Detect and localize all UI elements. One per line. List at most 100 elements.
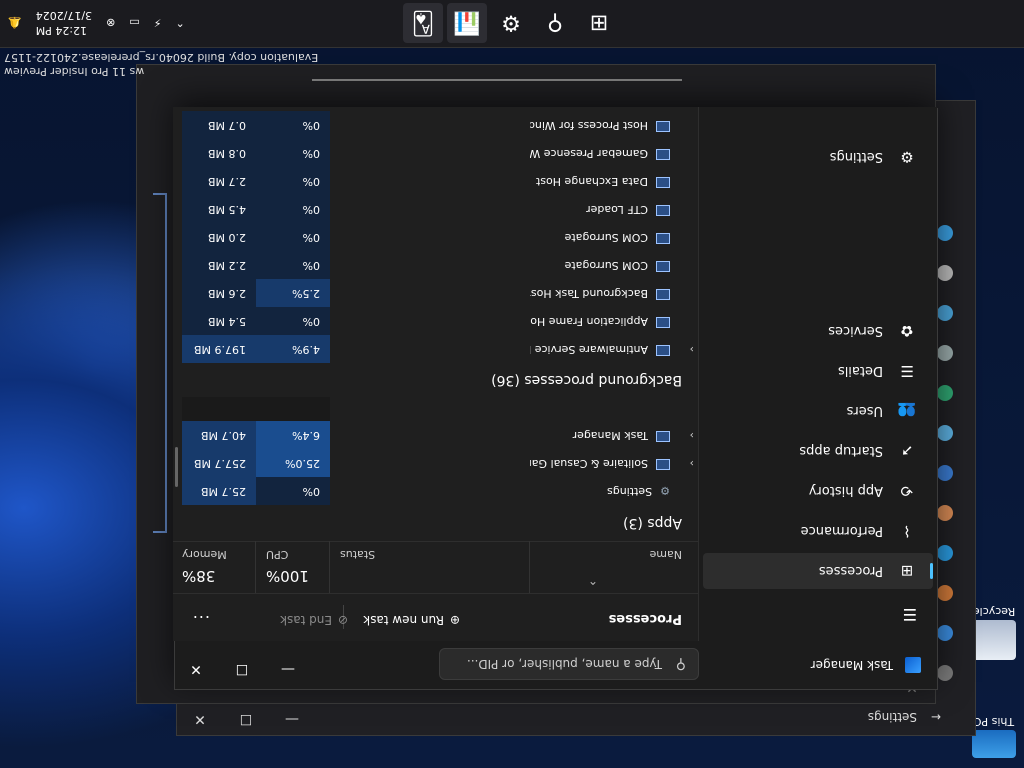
watermark-line2: Evaluation copy. Build 26040.rs_prerelea… (4, 51, 319, 64)
process-row[interactable]: Data Exchange Host 0% 2.7 MB (173, 167, 698, 195)
process-name: CTF Loader (586, 203, 648, 216)
task-manager-icon[interactable]: 📊 (447, 3, 487, 43)
windows-start-icon[interactable]: ⊞ (579, 3, 619, 43)
process-row[interactable]: Gamebar Presence Writer 0% 0.8 MB (173, 139, 698, 167)
nav-label: Details (837, 363, 883, 379)
back-close-button[interactable]: ✕ (177, 703, 223, 735)
process-memory-cell: 0.8 MB (182, 139, 256, 167)
end-task-button[interactable]: ⊘ End task (280, 613, 348, 627)
solitaire-icon[interactable]: 🂡 (403, 3, 443, 43)
process-row[interactable]: ⚙ Settings 0% 25.7 MB (173, 477, 698, 505)
process-name: Task Manager (572, 429, 648, 442)
nav-item-settings[interactable]: ⚙ Settings (703, 139, 933, 175)
process-search-input[interactable]: ⚲ Type a name, publisher, or PID... (439, 648, 699, 680)
back-gaming-icon[interactable] (937, 345, 953, 361)
task-manager-titlebar[interactable]: Task Manager ⚲ Type a name, publisher, o… (173, 641, 937, 689)
process-row[interactable]: › Task Manager 6.4% 40.7 MB (173, 421, 698, 449)
nav-item-processes[interactable]: ⊞ Processes (703, 553, 933, 589)
hamburger-menu-icon[interactable]: ☰ (703, 597, 933, 633)
back-network-icon[interactable] (937, 545, 953, 561)
back-privacy-icon[interactable] (937, 265, 953, 281)
process-name: Application Frame Host (520, 315, 648, 328)
process-memory-cell: 5.4 MB (182, 307, 256, 335)
task-manager-window[interactable]: Task Manager ⚲ Type a name, publisher, o… (172, 79, 938, 690)
process-name: Background Task Host (526, 287, 648, 300)
run-new-task-label: Run new task (363, 613, 444, 627)
process-row[interactable]: Background Task Host 2.5% 2.6 MB (173, 279, 698, 307)
network-icon[interactable]: ⚡ (154, 17, 162, 30)
back-personalization-icon[interactable] (937, 505, 953, 521)
col-status-header[interactable]: Status (330, 541, 530, 593)
col-name-header[interactable]: ⌃ Name (530, 541, 698, 593)
services-icon: ✿ (900, 322, 914, 340)
col-memory-header[interactable]: 38% Memory (172, 541, 256, 593)
process-memory-cell: 2.6 MB (182, 279, 256, 307)
nav-item-startup[interactable]: ➚ Startup apps (703, 433, 933, 469)
process-row[interactable]: › Antimalware Service Executable 4.9% 197.9… (173, 335, 698, 363)
run-new-task-button[interactable]: ⊕ Run new task (363, 613, 460, 627)
process-row[interactable]: CTF Loader 0% 4.5 MB (173, 195, 698, 223)
back-maximize-button[interactable]: ☐ (223, 703, 269, 735)
process-row[interactable]: › Solitaire & Casual Games (10) 25.0% 257.7… (173, 449, 698, 477)
notification-icon[interactable]: 🔔 (8, 17, 22, 30)
volume-icon[interactable]: ▭ (129, 17, 139, 30)
watermark-line1: ws 11 Pro Insider Preview (4, 65, 145, 78)
col-cpu-header[interactable]: 100% CPU (256, 541, 330, 593)
more-options-button[interactable]: ... (192, 612, 210, 631)
nav-item-performance[interactable]: ⌇ Performance (703, 513, 933, 549)
process-app-icon (656, 177, 670, 188)
back-time-icon[interactable] (937, 385, 953, 401)
settings-gear-icon[interactable]: ⚙ (491, 3, 531, 43)
nav-item-details[interactable]: ☰ Details (703, 353, 933, 389)
back-minimize-button[interactable]: — (269, 703, 315, 735)
back-accessibility-icon[interactable] (937, 305, 953, 321)
task-manager-app-icon (905, 657, 921, 673)
back-window-arrow-icon[interactable]: ← (931, 710, 941, 724)
process-name: Data Exchange Host (535, 175, 648, 188)
horizontal-scrollbar[interactable] (312, 79, 682, 81)
end-task-label: End task (280, 613, 332, 627)
processes-panel: Processes ⊕ Run new task ⊘ End task ... … (172, 79, 699, 641)
back-update-icon[interactable] (937, 225, 953, 241)
tm-minimize-button[interactable]: — (265, 649, 311, 689)
back-system-icon[interactable] (937, 625, 953, 641)
expand-chevron-icon[interactable]: › (690, 449, 694, 477)
section-gap (173, 397, 698, 421)
process-status-cell (410, 167, 530, 195)
insider-watermark: ws 11 Pro Insider Preview Evaluation cop… (4, 50, 318, 78)
process-app-icon (656, 121, 670, 132)
back-bluetooth-icon[interactable] (937, 585, 953, 601)
col-memory-label: Memory (182, 548, 227, 561)
process-row[interactable]: Application Frame Host 0% 5.4 MB (173, 307, 698, 335)
expand-chevron-icon[interactable]: › (690, 335, 694, 363)
nav-item-app-history[interactable]: ⟲ App history (703, 473, 933, 509)
back-accounts-icon[interactable] (937, 425, 953, 441)
process-row[interactable]: Host Process for Windows Tasks 0% 0.7 MB (173, 111, 698, 139)
settings-gear-icon: ⚙ (660, 484, 670, 497)
battery-icon[interactable]: ⊗ (106, 17, 115, 30)
screen-flipped: This PC Recycle ← Settings — ☐ ✕ Task Ma… (0, 0, 1024, 768)
expand-chevron-icon[interactable]: › (690, 421, 694, 449)
nav-label: Processes (818, 563, 883, 579)
nav-label: Startup apps (799, 443, 883, 459)
taskbar-clock[interactable]: 12:24 PM 3/17/2024 (36, 8, 92, 38)
process-app-icon (656, 459, 670, 470)
memory-total: 38% (182, 567, 216, 585)
search-icon[interactable]: ⚲ (535, 3, 575, 43)
processes-page-title: Processes (608, 611, 682, 626)
process-status-cell (410, 139, 530, 167)
process-row[interactable]: COM Surrogate 0% 2.2 MB (173, 251, 698, 279)
process-row[interactable]: COM Surrogate 0% 2.0 MB (173, 223, 698, 251)
clock-time: 12:24 PM (35, 24, 88, 37)
nav-item-services[interactable]: ✿ Services (703, 313, 933, 349)
back-avatar-icon (937, 665, 953, 681)
nav-item-users[interactable]: 👥 Users (703, 393, 933, 429)
tray-chevron-icon[interactable]: ⌃ (175, 17, 184, 30)
processes-icon: ⊞ (900, 562, 914, 580)
process-name-cell: › Antimalware Service Executable (470, 335, 698, 363)
back-apps-icon[interactable] (937, 465, 953, 481)
tm-close-button[interactable]: ✕ (173, 649, 219, 689)
process-name-cell: Gamebar Presence Writer (507, 139, 698, 167)
users-icon: 👥 (897, 402, 917, 420)
tm-maximize-button[interactable]: ☐ (219, 649, 265, 689)
